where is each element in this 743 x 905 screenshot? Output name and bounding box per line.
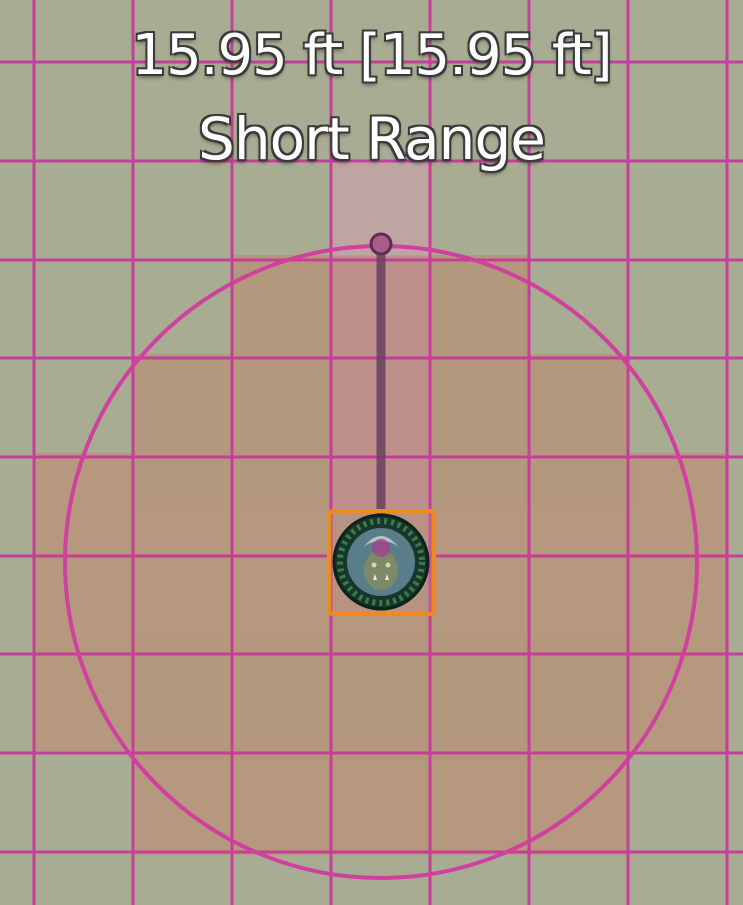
portrait-eye-left — [371, 562, 377, 568]
ruler-origin-marker — [372, 539, 390, 557]
measurement-range-label: Short Range — [198, 105, 546, 173]
portrait-eye-right — [385, 562, 391, 568]
ruler-endpoint-handle[interactable] — [369, 232, 393, 256]
measurement-distance-label: 15.95 ft [15.95 ft] — [131, 23, 612, 88]
orc-token[interactable] — [327, 509, 436, 616]
